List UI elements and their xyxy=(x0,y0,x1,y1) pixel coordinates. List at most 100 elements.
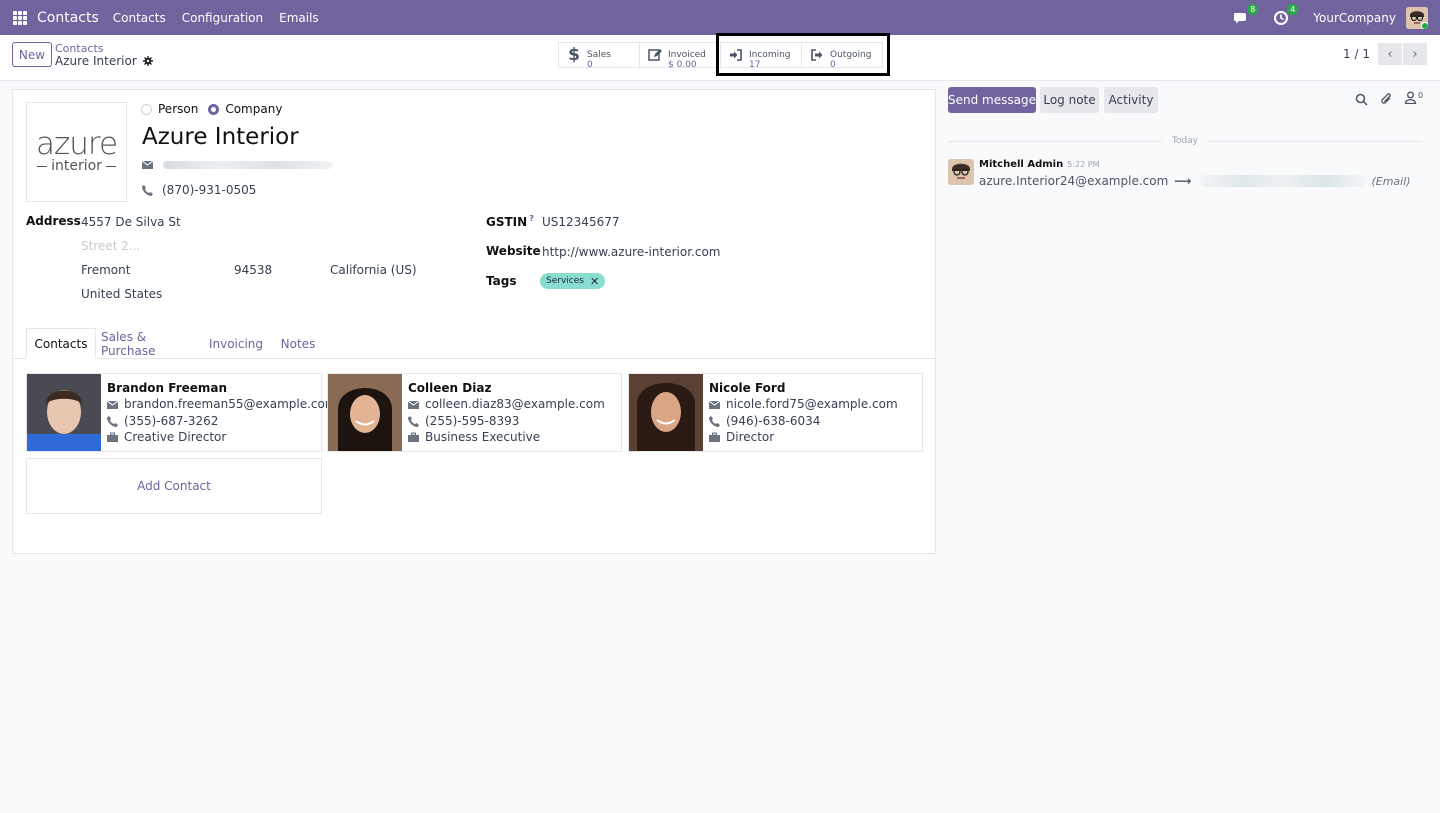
briefcase-icon xyxy=(709,432,720,442)
radio-person[interactable] xyxy=(141,103,152,115)
old-value: azure.Interior24@example.com xyxy=(979,174,1169,188)
contact-email: brandon.freeman55@example.com xyxy=(107,397,337,411)
smart-button-sales[interactable]: $ Sales 0 xyxy=(558,42,640,70)
chevron-left-icon: ‹ xyxy=(1387,46,1393,62)
highlight-box xyxy=(716,33,890,76)
gstin-field[interactable]: US12345677 xyxy=(542,215,619,229)
date-separator: Today xyxy=(948,134,1422,148)
phone-icon xyxy=(408,415,419,427)
logo-subtext: interior xyxy=(37,158,116,174)
partner-name[interactable]: Azure Interior xyxy=(142,124,299,150)
pager-previous-button[interactable]: ‹ xyxy=(1378,43,1402,65)
arrow-right-icon: ⟶ xyxy=(1174,174,1192,188)
paperclip-icon[interactable] xyxy=(1380,93,1393,106)
activity-clock-icon[interactable]: 4 xyxy=(1273,3,1299,26)
remove-tag-icon[interactable]: ✕ xyxy=(590,275,599,288)
online-status-dot xyxy=(1421,21,1428,29)
contact-photo xyxy=(328,374,402,451)
company-switcher[interactable]: YourCompany xyxy=(1313,11,1396,25)
smart-button-label: Invoiced xyxy=(668,49,706,60)
contact-name: Nicole Ford xyxy=(709,381,786,395)
menu-configuration[interactable]: Configuration xyxy=(182,11,263,25)
help-tooltip-icon[interactable]: ? xyxy=(529,214,534,223)
smart-button-value: 0 xyxy=(587,59,593,70)
tag-label: Services xyxy=(546,276,584,286)
tag-badge: Services ✕ xyxy=(540,273,606,289)
website-label: Website xyxy=(486,244,541,258)
pager-next-button[interactable]: › xyxy=(1403,43,1427,65)
message-author: Mitchell Admin 5:22 PM xyxy=(979,159,1100,170)
briefcase-icon xyxy=(408,432,419,442)
briefcase-icon xyxy=(107,432,118,442)
email-field[interactable] xyxy=(142,159,333,170)
message-time: 5:22 PM xyxy=(1067,160,1100,169)
phone-icon xyxy=(107,415,118,427)
add-contact-button[interactable]: Add Contact xyxy=(26,458,322,514)
tracking-change: azure.Interior24@example.com ⟶ (Email) xyxy=(979,174,1411,188)
activity-button[interactable]: Activity xyxy=(1104,87,1158,113)
envelope-icon xyxy=(709,400,720,409)
top-navbar: Contacts Contacts Configuration Emails 8… xyxy=(0,0,1440,35)
menu-contacts[interactable]: Contacts xyxy=(113,11,166,25)
chevron-right-icon: › xyxy=(1412,46,1418,62)
contact-card[interactable]: Colleen Diaz colleen.diaz83@example.com … xyxy=(327,373,622,452)
smart-button-value: $ 0.00 xyxy=(668,59,697,70)
search-icon[interactable] xyxy=(1355,93,1368,106)
contact-name: Colleen Diaz xyxy=(408,381,492,395)
user-avatar[interactable] xyxy=(1406,6,1428,29)
radio-person-label[interactable]: Person xyxy=(158,102,198,116)
contact-card[interactable]: Nicole Ford nicole.ford75@example.com (9… xyxy=(628,373,923,452)
contact-job: Director xyxy=(709,430,774,444)
contact-job: Creative Director xyxy=(107,430,226,444)
redacted-email xyxy=(163,160,333,169)
smart-button-invoiced[interactable]: Invoiced $ 0.00 xyxy=(639,42,721,70)
menu-emails[interactable]: Emails xyxy=(279,11,319,25)
log-note-button[interactable]: Log note xyxy=(1040,87,1099,113)
send-message-button[interactable]: Send message xyxy=(948,87,1036,113)
contact-phone: (946)-638-6034 xyxy=(709,414,820,428)
dollar-icon: $ xyxy=(568,45,580,65)
contact-phone: (255)-595-8393 xyxy=(408,414,519,428)
contact-email: nicole.ford75@example.com xyxy=(709,397,898,411)
gear-icon[interactable] xyxy=(142,56,153,66)
tab-notes[interactable]: Notes xyxy=(275,328,321,359)
street-field[interactable]: 4557 De Silva St xyxy=(81,215,181,229)
zip-field[interactable]: 94538 xyxy=(234,263,272,277)
redacted-new-value xyxy=(1199,175,1368,187)
followers-count: 0 xyxy=(1418,91,1424,100)
contact-name: Brandon Freeman xyxy=(107,381,228,395)
followers-button[interactable]: 0 xyxy=(1404,91,1423,104)
contact-job: Business Executive xyxy=(408,430,540,444)
breadcrumb-current: Azure Interior xyxy=(55,54,153,68)
pencil-square-icon xyxy=(648,48,662,62)
phone-field[interactable]: (870)-931-0505 xyxy=(142,183,256,197)
phone-icon xyxy=(142,184,153,196)
envelope-icon xyxy=(408,400,419,409)
street2-field[interactable]: Street 2... xyxy=(81,239,140,253)
phone-icon xyxy=(709,415,720,427)
breadcrumb-current-label: Azure Interior xyxy=(55,54,137,68)
city-field[interactable]: Fremont xyxy=(81,263,130,277)
state-field[interactable]: California (US) xyxy=(330,263,417,277)
app-name[interactable]: Contacts xyxy=(37,10,99,26)
envelope-icon xyxy=(107,400,118,409)
tab-sales-purchase[interactable]: Sales & Purchase xyxy=(101,328,196,359)
radio-company[interactable] xyxy=(208,103,220,115)
envelope-icon xyxy=(142,160,153,169)
tracked-field-name: (Email) xyxy=(1371,174,1411,188)
message-author-avatar[interactable] xyxy=(948,159,974,185)
new-button[interactable]: New xyxy=(12,42,52,67)
apps-menu-icon[interactable] xyxy=(13,10,27,25)
pager-value[interactable]: 1 / 1 xyxy=(1343,47,1370,61)
contact-photo xyxy=(629,374,703,451)
radio-company-label[interactable]: Company xyxy=(225,102,282,116)
tags-label: Tags xyxy=(486,274,517,288)
messages-icon[interactable]: 8 xyxy=(1233,3,1259,26)
tab-invoicing[interactable]: Invoicing xyxy=(205,328,267,359)
tab-contacts[interactable]: Contacts xyxy=(26,328,96,359)
website-field[interactable]: http://www.azure-interior.com xyxy=(542,245,720,259)
country-field[interactable]: United States xyxy=(81,287,162,301)
company-logo[interactable]: azure interior xyxy=(26,102,127,202)
address-label: Address xyxy=(26,214,81,228)
contact-card[interactable]: Brandon Freeman brandon.freeman55@exampl… xyxy=(26,373,337,452)
